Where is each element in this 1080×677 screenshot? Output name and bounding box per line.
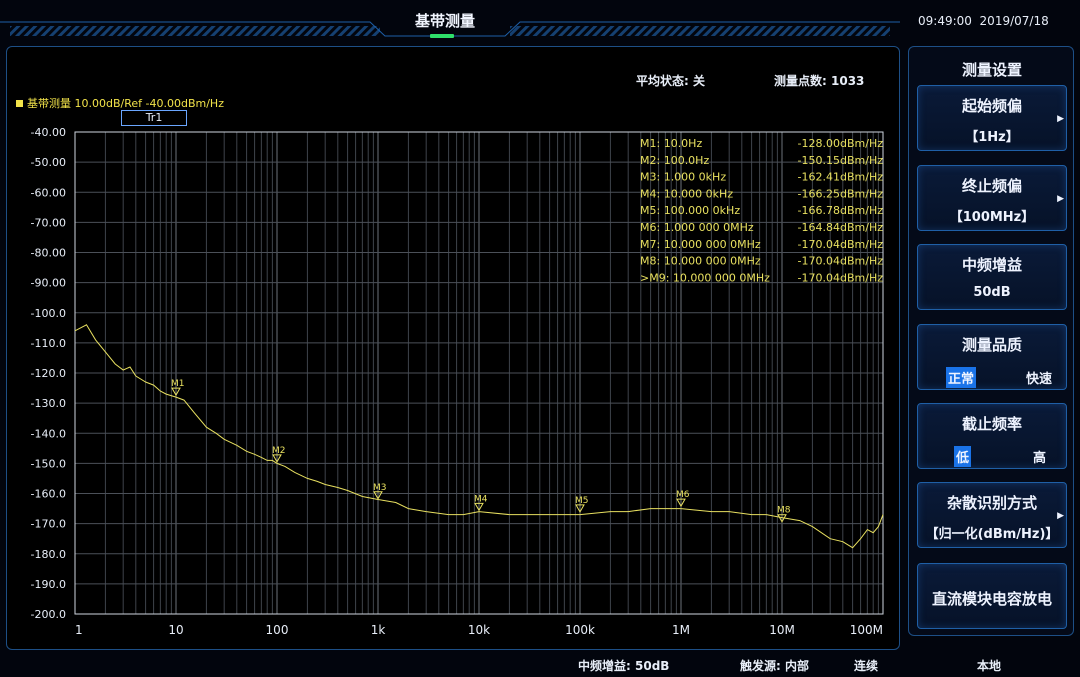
marker-m3: M3 [373, 483, 387, 500]
footer-if-gain-value: 50dB [635, 659, 670, 673]
x-tick-label: 100M [850, 623, 883, 637]
marker-label: M3 [373, 483, 387, 493]
arrow-right-icon: ▶ [1057, 511, 1064, 521]
quality-label: 测量品质 [961, 336, 1022, 354]
if-gain-label: 中频增益 [961, 256, 1022, 274]
marker-label: M4 [474, 494, 488, 504]
y-tick-label: -130.0 [31, 397, 66, 410]
marker-table-freq: M7: 10.000 000 0MHz [640, 238, 761, 251]
marker-table: M1: 10.0Hz -128.00dBm/Hz M2: 100.0Hz -150.1… [640, 137, 883, 284]
y-tick-label: -180.0 [31, 548, 66, 561]
settings-title: 测量设置 [961, 61, 1022, 79]
y-tick-label: -70.00 [31, 216, 66, 229]
marker-table-freq: M4: 10.000 0kHz [640, 187, 733, 200]
y-tick-label: -170.0 [31, 518, 66, 531]
marker-table-level: -170.04dBm/Hz [798, 271, 884, 284]
y-tick-label: -110.0 [31, 337, 66, 350]
x-tick-label: 100k [565, 623, 595, 637]
marker-table-level: -128.00dBm/Hz [798, 137, 884, 150]
start-offset-value: 【1Hz】 [965, 130, 1019, 145]
y-axis-labels: -40.00 -50.00 -60.00 -70.00 -80.00 -90.00 -100… [31, 126, 66, 621]
arrow-right-icon: ▶ [1057, 194, 1064, 204]
dc-discharge-label: 直流模块电容放电 [931, 590, 1052, 608]
footer-trigger: 触发源: 内部 [740, 657, 809, 674]
footer-local: 本地 [977, 659, 1002, 673]
marker-table-level: -166.25dBm/Hz [798, 187, 884, 200]
marker-label: M8 [777, 506, 791, 516]
marker-table-level: -164.84dBm/Hz [798, 221, 884, 234]
x-tick-label: 100 [266, 623, 289, 637]
y-tick-label: -120.0 [31, 367, 66, 380]
marker-m4: M4 [474, 494, 488, 512]
y-tick-label: -140.0 [31, 427, 66, 440]
footer-if-gain: 中频增益: 50dB [578, 657, 669, 674]
footer-trigger-value: 内部 [785, 659, 810, 673]
marker-table-freq: M2: 100.0Hz [640, 154, 709, 167]
dc-discharge-button[interactable]: 直流模块电容放电 [917, 563, 1067, 629]
y-tick-label: -200.0 [31, 608, 66, 621]
y-tick-label: -50.00 [31, 156, 66, 169]
cutoff-option-high[interactable]: 高 [1031, 446, 1048, 467]
settings-panel: 测量设置 起始频偏 【1Hz】 ▶ 终止频偏 【100MHz】 ▶ 中频增益 5… [908, 46, 1074, 636]
cutoff-label: 截止频率 [961, 415, 1022, 433]
x-tick-label: 10 [168, 623, 183, 637]
x-axis-labels: 1 10 100 1k 10k 100k 1M 10M 100M [75, 623, 883, 637]
marker-label: M2 [272, 446, 286, 456]
y-tick-label: -150.0 [31, 457, 66, 470]
arrow-right-icon: ▶ [1057, 114, 1064, 124]
markers: M1 M2 M3 M4 M5 M6 M8 [171, 379, 791, 523]
y-tick-label: -100.0 [31, 307, 66, 320]
footer-mode: 连续 [854, 659, 879, 673]
y-tick-label: -80.00 [31, 247, 66, 260]
cutoff-option-low[interactable]: 低 [954, 446, 972, 467]
marker-table-level: -166.78dBm/Hz [798, 204, 884, 217]
marker-table-freq: M5: 100.000 0kHz [640, 204, 740, 217]
start-offset-button[interactable]: 起始频偏 【1Hz】 ▶ [917, 85, 1067, 151]
cutoff-button[interactable]: 截止频率 低 高 [917, 403, 1067, 469]
marker-table-freq: M8: 10.000 000 0MHz [640, 255, 761, 268]
marker-table-level: -170.04dBm/Hz [798, 238, 884, 251]
if-gain-value: 50dB [973, 285, 1011, 300]
marker-label: M6 [676, 490, 690, 500]
y-tick-label: -40.00 [31, 126, 66, 139]
x-tick-label: 10k [468, 623, 490, 637]
marker-table-freq: M3: 1.000 0kHz [640, 171, 726, 184]
marker-m6: M6 [676, 490, 690, 508]
footer-trigger-label: 触发源: [740, 659, 781, 673]
spur-mode-button[interactable]: 杂散识别方式 【归一化(dBm/Hz)】 ▶ [917, 482, 1067, 548]
y-tick-label: -60.00 [31, 186, 66, 199]
marker-label: M5 [575, 496, 589, 506]
marker-table-level: -162.41dBm/Hz [798, 171, 884, 184]
footer-if-gain-label: 中频增益: [578, 659, 631, 673]
marker-table-level: -150.15dBm/Hz [798, 154, 884, 167]
grid-major [74, 131, 883, 615]
y-tick-label: -190.0 [31, 578, 66, 591]
x-tick-label: 1 [75, 623, 83, 637]
marker-table-freq: >M9: 10.000 000 0MHz [640, 271, 770, 284]
start-offset-label: 起始频偏 [961, 97, 1022, 115]
marker-m2: M2 [272, 446, 286, 463]
marker-m8: M8 [777, 506, 791, 523]
quality-button[interactable]: 测量品质 正常 快速 [917, 324, 1067, 390]
x-tick-label: 1M [672, 623, 690, 637]
spur-mode-label: 杂散识别方式 [946, 494, 1037, 512]
marker-table-freq: M1: 10.0Hz [640, 137, 702, 150]
stop-offset-label: 终止频偏 [961, 177, 1022, 195]
quality-option-fast[interactable]: 快速 [1024, 367, 1054, 388]
stop-offset-button[interactable]: 终止频偏 【100MHz】 ▶ [917, 165, 1067, 231]
x-tick-label: 1k [371, 623, 386, 637]
spur-mode-value: 【归一化(dBm/Hz)】 [925, 527, 1059, 542]
y-tick-label: -160.0 [31, 488, 66, 501]
y-tick-label: -90.00 [31, 277, 66, 290]
if-gain-button[interactable]: 中频增益 50dB [917, 244, 1067, 310]
marker-table-level: -170.04dBm/Hz [798, 255, 884, 268]
stop-offset-value: 【100MHz】 [949, 210, 1035, 225]
quality-option-normal[interactable]: 正常 [946, 367, 977, 388]
marker-m1: M1 [171, 379, 185, 397]
marker-label: M1 [171, 379, 185, 389]
marker-m5: M5 [575, 496, 589, 513]
x-tick-label: 10M [769, 623, 795, 637]
marker-table-freq: M6: 1.000 000 0MHz [640, 221, 754, 234]
